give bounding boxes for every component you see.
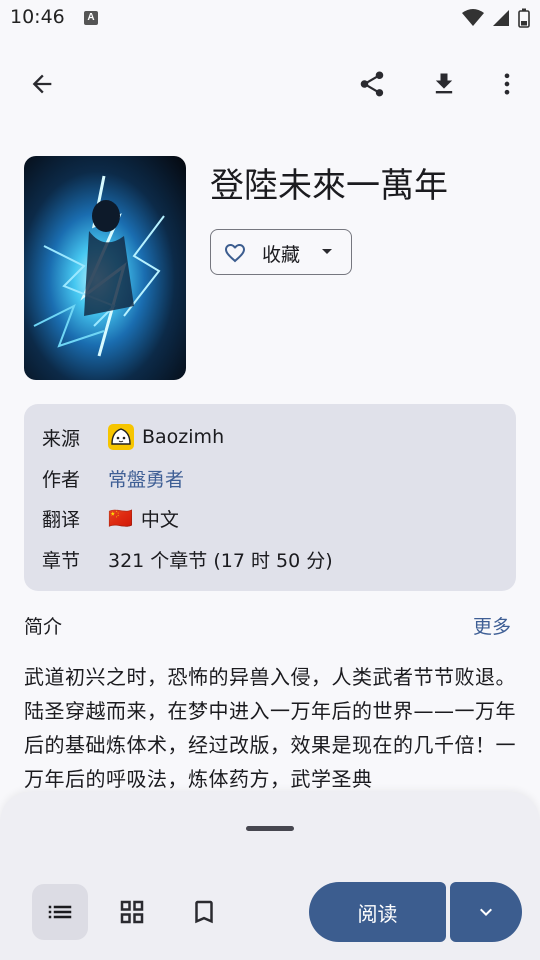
baozimh-logo-icon [108,424,134,450]
arrow-back-icon [32,74,52,94]
author-row: 作者 常盤勇者 [42,463,184,493]
download-button[interactable] [420,60,468,108]
source-value[interactable]: Baozimh [108,424,224,450]
intro-text: 武道初兴之时，恐怖的异兽入侵，人类武者节节败退。陆圣穿越而来，在梦中进入一万年后… [24,665,516,791]
status-time: 10:46 [10,6,65,28]
manga-cover-image[interactable] [24,156,186,380]
status-bar: 10:46 A [0,0,540,36]
wifi-icon [462,9,484,26]
author-key: 作者 [42,468,81,491]
signal-icon [493,10,509,26]
read-button[interactable]: 阅读 [309,882,446,942]
share-icon [360,71,384,97]
more-button[interactable]: 更多 [473,612,511,639]
manga-title: 登陸未來一萬年 [210,166,448,206]
notification-a-icon: A [84,11,98,25]
source-row: 来源 Baozimh [42,422,224,452]
chapters-value: 321 个章节 (17 时 50 分) [108,549,333,572]
list-icon [48,905,72,919]
drag-handle[interactable] [246,826,294,831]
cover-artwork [33,175,165,357]
intro-heading: 简介 [24,616,63,638]
source-key: 来源 [42,427,81,450]
chapters-key: 章节 [42,549,81,572]
translation-value: 🇨🇳 中文 [108,505,179,532]
battery-icon [518,8,530,28]
info-card: 来源 Baozimh 作者 常盤勇者 翻译 🇨🇳 中文 章节 321 个章节 (… [24,404,516,591]
translation-language: 中文 [140,508,179,531]
bookmark-icon [195,900,213,924]
source-name: Baozimh [142,426,225,448]
translation-row: 翻译 🇨🇳 中文 [42,503,179,533]
chevron-down-icon [480,908,492,916]
favorite-button[interactable]: 收藏 [210,229,352,275]
read-options-button[interactable] [450,882,522,942]
grid-view-button[interactable] [104,884,160,940]
more-options-button[interactable] [483,60,531,108]
download-icon [435,73,453,94]
translation-key: 翻译 [42,508,81,531]
heart-outline-icon [225,244,245,263]
dropdown-arrow-icon [322,249,332,254]
author-link[interactable]: 常盤勇者 [108,465,184,492]
chapters-row: 章节 321 个章节 (17 时 50 分) [42,544,333,574]
more-vert-icon [504,73,510,95]
back-button[interactable] [18,60,66,108]
share-button[interactable] [348,60,396,108]
bookmark-button[interactable] [176,884,232,940]
favorite-label: 收藏 [262,244,301,266]
top-app-bar [0,54,540,114]
grid-icon [120,900,144,924]
china-flag-icon: 🇨🇳 [108,506,133,530]
list-view-button[interactable] [32,884,88,940]
bottom-sheet: 阅读 [0,792,540,960]
status-icons [462,8,530,28]
